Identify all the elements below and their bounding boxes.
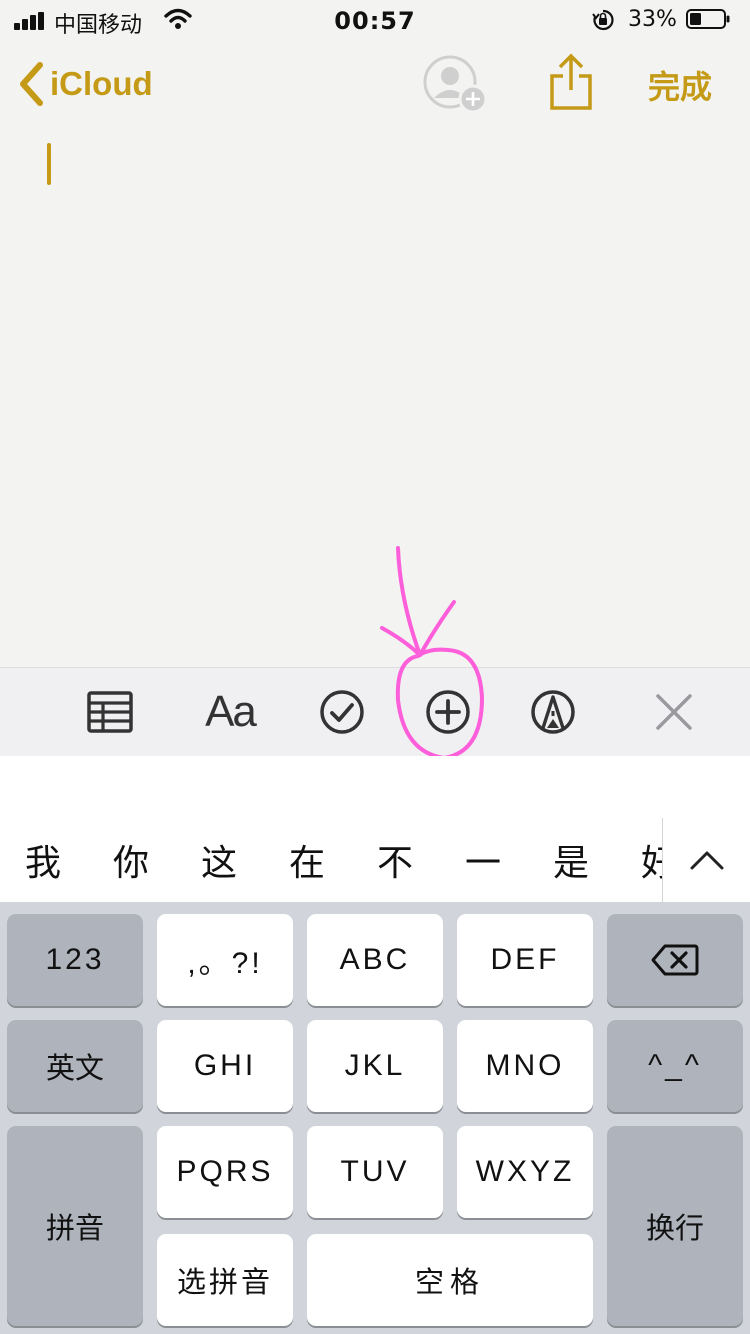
back-button-label: iCloud <box>50 65 153 102</box>
key-label: 123 <box>45 943 105 976</box>
delete-key[interactable] <box>607 914 743 1006</box>
key-label: DEF <box>490 943 560 976</box>
keyboard-accessory-area <box>0 756 750 819</box>
markup-button[interactable] <box>513 668 593 756</box>
keyboard: 123 ,。?! ABC DEF 英文 GHI JKL MNO ^_^ 拼音 P… <box>0 902 750 1334</box>
candidate-word[interactable]: 是 <box>536 834 606 886</box>
back-button[interactable]: iCloud <box>18 54 153 114</box>
backspace-icon <box>651 944 699 976</box>
key-numbers[interactable]: 123 <box>7 914 143 1006</box>
key-emoticon[interactable]: ^_^ <box>607 1020 743 1112</box>
candidate-word[interactable]: 你 <box>96 834 166 886</box>
text-style-label: Aa <box>205 687 257 736</box>
table-icon <box>87 691 133 733</box>
key-punctuation[interactable]: ,。?! <box>157 914 293 1006</box>
key-tuv[interactable]: TUV <box>307 1126 443 1218</box>
key-pqrs[interactable]: PQRS <box>157 1126 293 1218</box>
key-pinyin[interactable]: 拼音 <box>7 1126 143 1326</box>
key-select-pinyin[interactable]: 选拼音 <box>157 1234 293 1326</box>
key-mno[interactable]: MNO <box>457 1020 593 1112</box>
text-style-button[interactable]: Aa <box>190 668 270 756</box>
key-label: 拼音 <box>45 1211 104 1245</box>
key-def[interactable]: DEF <box>457 914 593 1006</box>
candidate-bar: 我 你 这 在 不 一 是 好 <box>0 818 750 902</box>
candidate-word[interactable]: 在 <box>272 834 342 886</box>
expand-candidates-button[interactable] <box>662 818 750 902</box>
key-english[interactable]: 英文 <box>7 1020 143 1112</box>
key-label: WXYZ <box>475 1155 575 1188</box>
chevron-left-icon <box>20 62 43 106</box>
notes-editor-screen: 中国移动 00:57 33% iCloud 完成 Aa 我 你 这 在 不 一 … <box>0 0 750 1334</box>
add-people-icon[interactable] <box>420 54 492 114</box>
key-label: ^_^ <box>648 1049 702 1082</box>
key-abc[interactable]: ABC <box>307 914 443 1006</box>
key-ghi[interactable]: GHI <box>157 1020 293 1112</box>
key-label: 空格 <box>414 1265 485 1299</box>
key-jkl[interactable]: JKL <box>307 1020 443 1112</box>
table-button[interactable] <box>70 668 150 756</box>
candidate-word[interactable]: 这 <box>184 834 254 886</box>
key-label: TUV <box>340 1155 410 1188</box>
formatting-toolbar: Aa <box>0 667 750 757</box>
key-wxyz[interactable]: WXYZ <box>457 1126 593 1218</box>
key-label: PQRS <box>176 1155 274 1188</box>
close-icon <box>656 694 692 730</box>
return-key[interactable]: 换行 <box>607 1126 743 1326</box>
key-label: GHI <box>193 1049 257 1082</box>
insert-button[interactable] <box>408 668 488 756</box>
status-bar: 中国移动 00:57 33% <box>0 0 750 42</box>
battery-percentage: 33% <box>628 7 677 32</box>
space-key[interactable]: 空格 <box>307 1234 593 1326</box>
key-label: MNO <box>485 1049 565 1082</box>
navigation-bar: iCloud 完成 <box>0 48 750 118</box>
share-icon[interactable] <box>548 52 594 112</box>
pen-markup-icon <box>531 690 575 734</box>
checkmark-circle-icon <box>320 690 364 734</box>
chevron-up-icon <box>690 851 724 870</box>
candidate-word[interactable]: 我 <box>8 834 78 886</box>
note-body[interactable] <box>0 130 750 660</box>
plus-circle-icon <box>426 690 470 734</box>
battery-icon <box>686 9 730 29</box>
done-button[interactable]: 完成 <box>648 62 712 108</box>
dismiss-toolbar-button[interactable] <box>634 668 714 756</box>
key-label: ,。?! <box>187 947 263 980</box>
key-label: ABC <box>339 943 411 976</box>
key-label: JKL <box>344 1049 406 1082</box>
checklist-button[interactable] <box>302 668 382 756</box>
key-label: 换行 <box>645 1211 704 1245</box>
key-label: 英文 <box>45 1051 104 1085</box>
orientation-lock-icon <box>592 9 614 31</box>
candidate-word[interactable]: 一 <box>448 834 518 886</box>
candidate-word[interactable]: 不 <box>360 834 430 886</box>
key-label: 选拼音 <box>176 1265 273 1299</box>
